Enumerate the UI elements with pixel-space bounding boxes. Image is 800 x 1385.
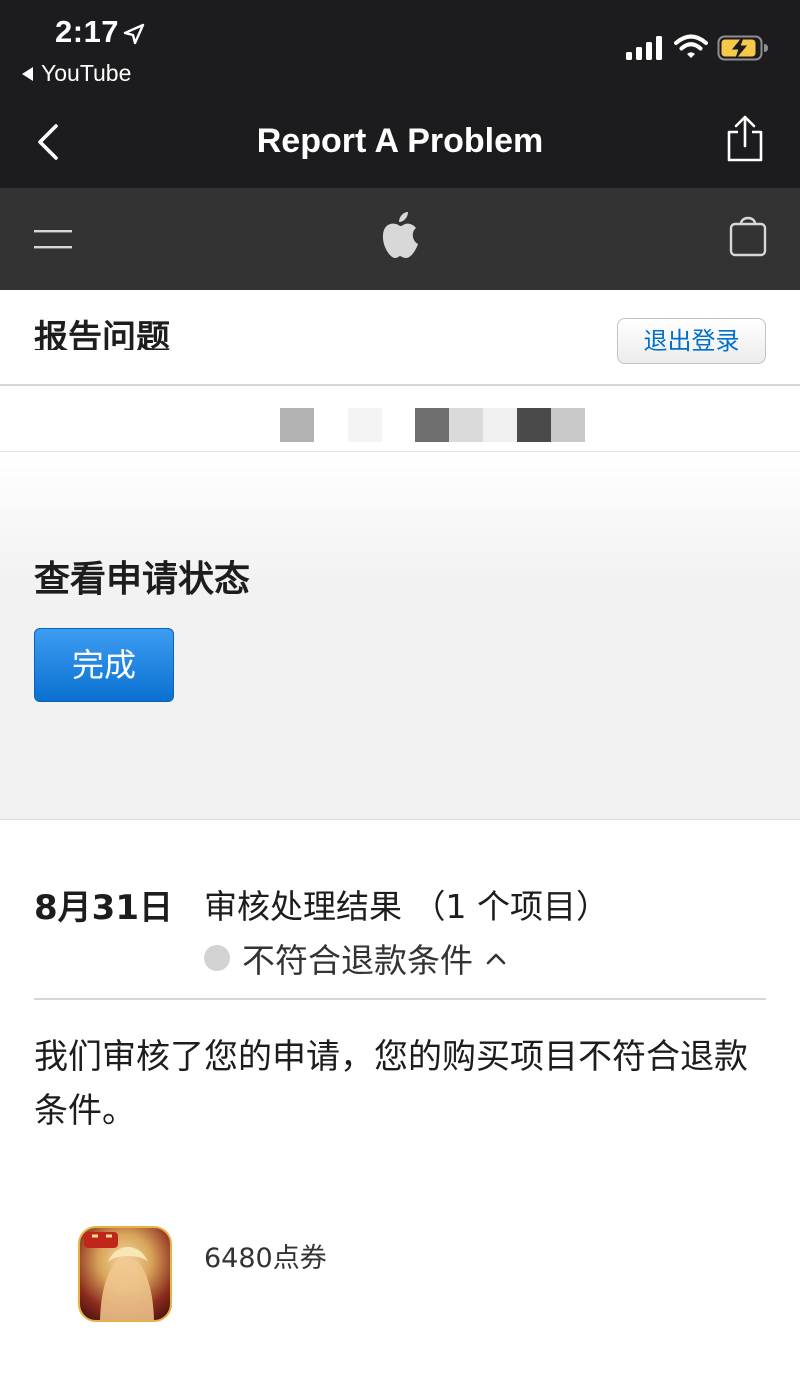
status-dot-icon [204,945,230,971]
request-status-section: 查看申请状态 完成 [0,452,800,820]
redacted-account-info [0,386,800,452]
done-button[interactable]: 完成 [34,628,174,702]
nav-bar: Report A Problem [0,100,800,188]
bag-icon[interactable] [728,212,768,258]
apple-logo-icon[interactable] [378,208,422,262]
menu-icon[interactable] [34,226,72,252]
result-status-label: 不符合退款条件 [242,941,473,980]
redaction-block [449,408,483,442]
apple-global-nav [0,188,800,290]
result-status-toggle[interactable]: 不符合退款条件 [204,934,507,982]
chevron-up-icon [486,953,506,965]
redaction-block [415,408,449,442]
location-arrow-icon [123,23,145,45]
result-message: 我们审核了您的申请，您的购买项目不符合退款条件。 [34,1037,748,1131]
page-title: 报告问题 [34,318,170,350]
redaction-block [348,408,382,442]
back-app-label: YouTube [41,60,132,86]
redaction-block [517,408,551,442]
back-triangle-icon [22,66,33,81]
item-name: 6480点券 [204,1243,327,1274]
nav-title: Report A Problem [256,122,544,160]
status-time: 2:17 [55,14,120,49]
page-header: 报告问题 退出登录 [0,290,800,386]
wifi-icon [674,34,708,58]
redaction-block [551,408,585,442]
sign-out-button[interactable]: 退出登录 [617,318,766,364]
back-to-app-link[interactable]: YouTube [22,60,131,87]
redaction-block [280,408,314,442]
share-icon[interactable] [724,114,766,164]
divider [34,998,766,1000]
result-date: 8月31日 [34,888,173,928]
status-bar: 2:17 YouTube [0,0,800,100]
section-title: 查看申请状态 [34,559,251,600]
result-heading: 审核处理结果 （1 个项目） [204,887,609,926]
signal-icon [626,36,662,60]
battery-charging-icon [717,35,768,61]
game-app-icon [78,1226,172,1322]
redaction-block [483,408,517,442]
